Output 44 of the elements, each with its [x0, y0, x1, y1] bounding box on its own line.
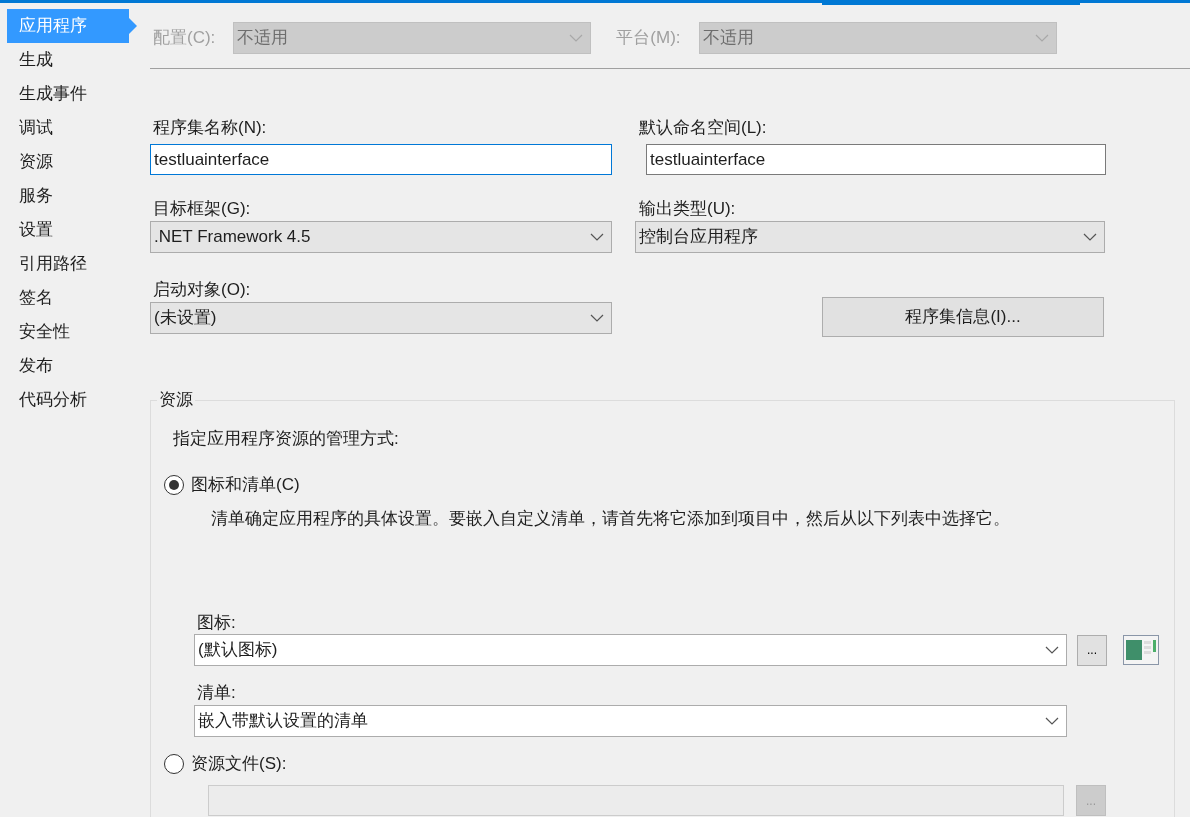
sidebar-item[interactable]: 安全性: [7, 315, 129, 349]
sidebar-item[interactable]: 代码分析: [7, 383, 129, 417]
field-label: 清单:: [197, 681, 237, 704]
sidebar-item[interactable]: 发布: [7, 349, 129, 383]
dropdown[interactable]: (默认图标): [194, 634, 1067, 666]
radio-label: 资源文件(S):: [191, 753, 287, 776]
radio-button[interactable]: [164, 754, 184, 774]
field-label: 目标框架(G):: [153, 198, 251, 220]
chevron-down-icon: [590, 233, 604, 241]
sidebar-item[interactable]: 签名: [7, 281, 129, 315]
sidebar-item[interactable]: 生成事件: [7, 77, 129, 111]
field-label: 图标:: [197, 612, 237, 634]
selection-arrow-icon: [129, 18, 137, 34]
dropdown[interactable]: .NET Framework 4.5: [150, 221, 612, 253]
radio-button[interactable]: [164, 475, 184, 495]
field-label: 默认命名空间(L):: [639, 117, 767, 139]
field-label: 输出类型(U):: [639, 198, 736, 220]
field-label: 启动对象(O):: [153, 279, 251, 301]
chevron-down-icon: [569, 34, 584, 42]
browse-button[interactable]: ...: [1077, 634, 1107, 666]
chevron-down-icon: [1034, 34, 1049, 42]
chevron-down-icon: [590, 314, 604, 322]
field-label: 程序集名称(N):: [153, 117, 267, 139]
sidebar-item[interactable]: 调试: [7, 111, 129, 145]
chevron-down-icon: [1045, 646, 1059, 654]
chevron-down-icon: [1083, 233, 1097, 241]
field-label: 配置(C):: [153, 27, 216, 50]
sidebar-item[interactable]: 生成: [7, 43, 129, 77]
instruction-text: 指定应用程序资源的管理方式:: [173, 428, 400, 450]
text-field[interactable]: testluainterface: [646, 144, 1106, 175]
sidebar-item[interactable]: 服务: [7, 179, 129, 213]
field-label: 平台(M):: [616, 27, 681, 50]
chevron-down-icon: [1045, 717, 1059, 725]
window-preview-icon: [1123, 635, 1159, 665]
radio-label: 图标和清单(C): [191, 474, 300, 497]
sidebar-item[interactable]: 引用路径: [7, 247, 129, 281]
dropdown[interactable]: (未设置): [150, 302, 612, 334]
dropdown[interactable]: 嵌入带默认设置的清单: [194, 705, 1067, 737]
text-field[interactable]: testluainterface: [150, 144, 612, 175]
description-text: 清单确定应用程序的具体设置。要嵌入自定义清单，请首先将它添加到项目中，然后从以下列表中选择它。: [211, 508, 1011, 530]
assembly-info-button[interactable]: 程序集信息(I)...: [822, 297, 1104, 337]
sidebar-item[interactable]: 设置: [7, 213, 129, 247]
dropdown[interactable]: 控制台应用程序: [635, 221, 1105, 253]
sidebar-item[interactable]: 资源: [7, 145, 129, 179]
